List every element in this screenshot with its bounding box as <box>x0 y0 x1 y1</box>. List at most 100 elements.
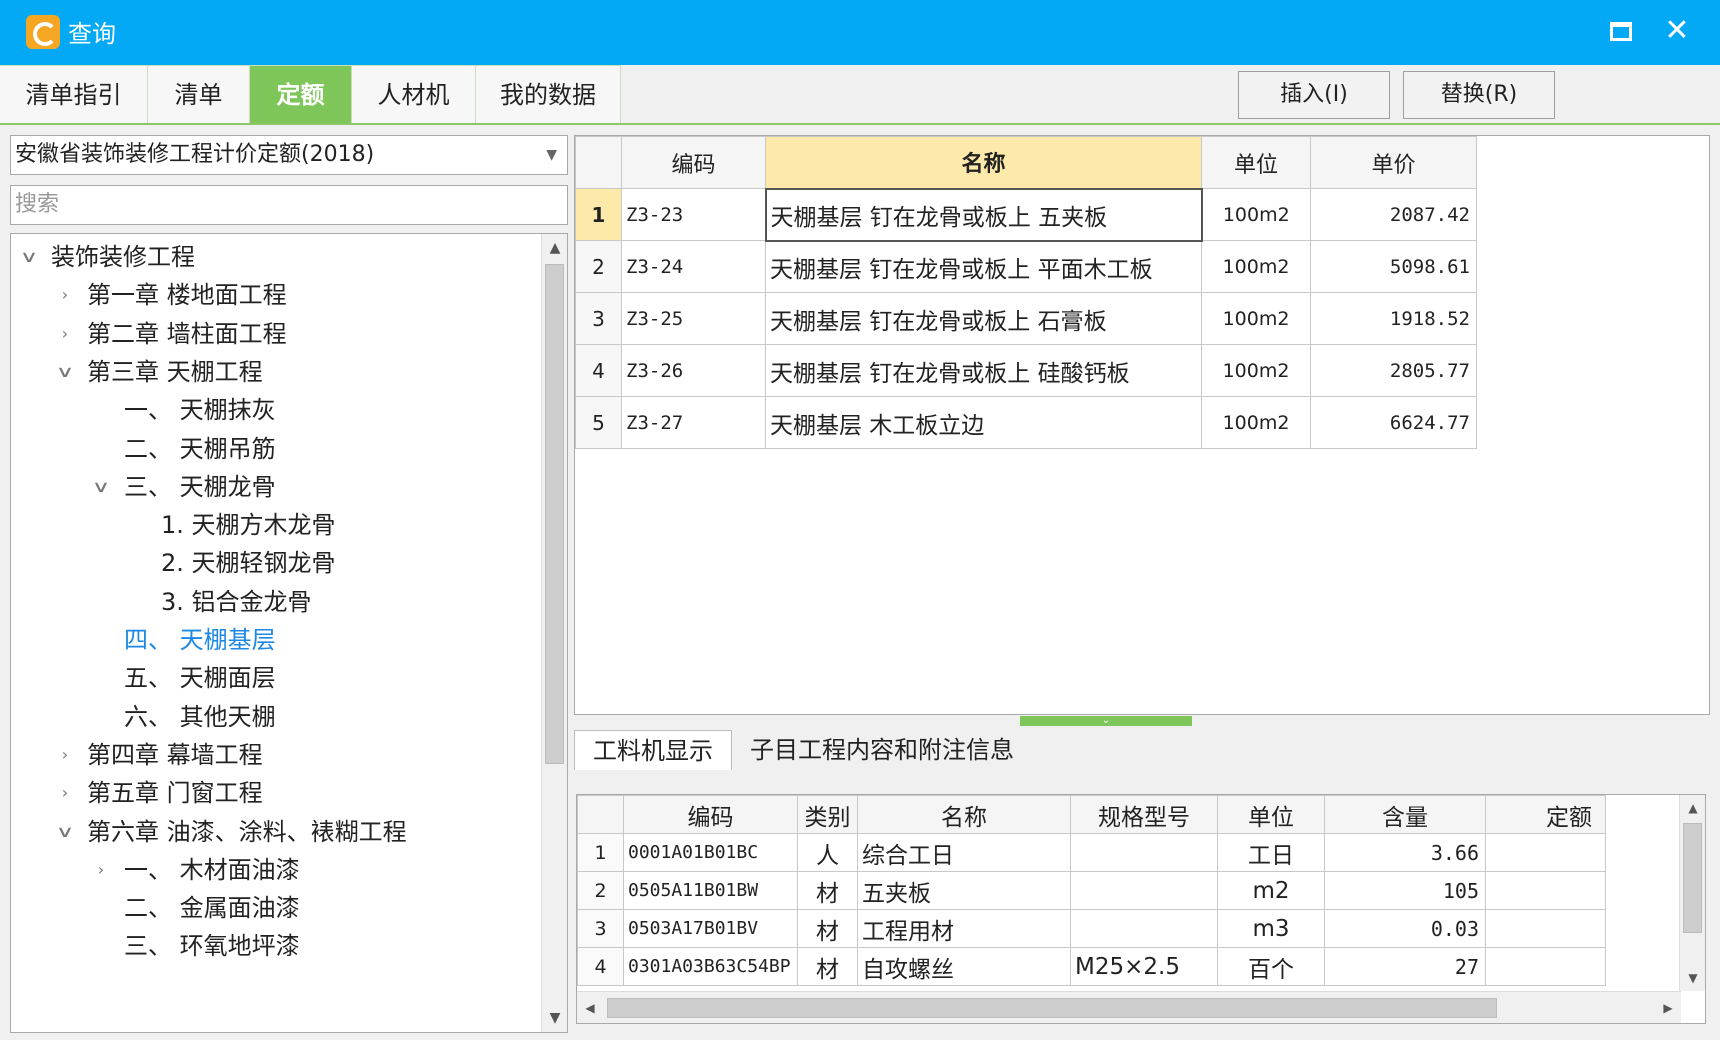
scroll-down-icon[interactable]: ▼ <box>542 1004 567 1032</box>
tree-item[interactable]: 二、 天棚吊筋 <box>11 430 541 468</box>
row-number[interactable]: 2 <box>577 871 624 910</box>
scroll-thumb[interactable] <box>1683 823 1702 933</box>
dropdown-arrow-icon[interactable]: ▼ <box>546 136 557 174</box>
table-row[interactable]: 5 Z3-27 天棚基层 木工板立边 100m2 6624.77 <box>575 396 1477 449</box>
cell-price[interactable]: 6624.77 <box>1310 396 1477 449</box>
cell-quota[interactable] <box>1485 833 1606 872</box>
col-header-type[interactable]: 类别 <box>797 795 858 834</box>
cell-unit[interactable]: 100m2 <box>1201 240 1311 293</box>
tree-item[interactable]: ∨ 第六章 油漆、涂料、裱糊工程 <box>11 813 541 851</box>
cell-code[interactable]: Z3-24 <box>621 240 766 293</box>
tab-labor-material-machine[interactable]: 人材机 <box>352 65 476 123</box>
cell-price[interactable]: 1918.52 <box>1310 292 1477 345</box>
tree-item[interactable]: ∨ 三、 天棚龙骨 <box>11 468 541 506</box>
table-row[interactable]: 4 0301A03B63C54BP 材自攻螺丝 M25×2.5 百个 27 <box>577 947 1606 986</box>
scroll-right-icon[interactable]: ▶ <box>1655 992 1681 1023</box>
close-icon[interactable]: ✕ <box>1660 12 1694 50</box>
cell-code[interactable]: Z3-25 <box>621 292 766 345</box>
table-row[interactable]: 3 Z3-25 天棚基层 钉在龙骨或板上 石膏板 100m2 1918.52 <box>575 292 1477 345</box>
material-vscrollbar[interactable]: ▲ ▼ <box>1679 795 1705 991</box>
table-row[interactable]: 1 Z3-23 天棚基层 钉在龙骨或板上 五夹板 100m2 2087.42 <box>575 187 1477 242</box>
cell-price[interactable]: 2805.77 <box>1310 344 1477 397</box>
cell-name[interactable]: 工程用材 <box>857 909 1071 948</box>
tree-scrollbar[interactable]: ▲ ▼ <box>541 234 567 1032</box>
cell-spec[interactable]: M25×2.5 <box>1070 947 1218 986</box>
chevron-right-icon[interactable]: › <box>55 276 75 314</box>
cell-unit[interactable]: 百个 <box>1217 947 1325 986</box>
col-header-code[interactable]: 编码 <box>621 136 766 189</box>
col-header-qty[interactable]: 含量 <box>1324 795 1486 834</box>
cell-code[interactable]: Z3-27 <box>621 396 766 449</box>
chevron-right-icon[interactable]: › <box>91 851 111 889</box>
row-number[interactable]: 1 <box>575 188 622 241</box>
tree-item[interactable]: 六、 其他天棚 <box>11 698 541 736</box>
cell-name[interactable]: 天棚基层 木工板立边 <box>765 396 1202 449</box>
tree-item[interactable]: ∨ 装饰装修工程 <box>11 238 541 276</box>
cell-quota[interactable] <box>1485 871 1606 910</box>
col-header-code[interactable]: 编码 <box>623 795 798 834</box>
col-header-price[interactable]: 单价 <box>1310 136 1477 189</box>
tree-item[interactable]: › 第五章 门窗工程 <box>11 774 541 812</box>
cell-quota[interactable] <box>1485 947 1606 986</box>
col-header-name[interactable]: 名称 <box>857 795 1071 834</box>
tab-quota[interactable]: 定额 <box>250 65 352 123</box>
tree-item[interactable]: 五、 天棚面层 <box>11 659 541 697</box>
tree-item[interactable]: 一、 天棚抹灰 <box>11 391 541 429</box>
tree-item[interactable]: 3. 铝合金龙骨 <box>11 583 541 621</box>
cell-name[interactable]: 天棚基层 钉在龙骨或板上 硅酸钙板 <box>765 344 1202 397</box>
cell-code[interactable]: 0505A11B01BW <box>623 871 798 910</box>
chevron-down-icon[interactable]: ∨ <box>13 238 45 276</box>
row-number[interactable]: 1 <box>577 833 624 872</box>
table-row[interactable]: 3 0503A17B01BV 材工程用材 m3 0.03 <box>577 909 1606 948</box>
tree-item[interactable]: 2. 天棚轻钢龙骨 <box>11 544 541 582</box>
col-header-quota[interactable]: 定额 <box>1485 795 1606 834</box>
tree-item[interactable]: 二、 金属面油漆 <box>11 889 541 927</box>
table-row[interactable]: 1 0001A01B01BC 人综合工日 工日 3.66 <box>577 833 1606 872</box>
cell-type[interactable]: 材 <box>797 947 858 986</box>
search-input[interactable]: 搜索 <box>10 185 568 225</box>
cell-unit[interactable]: m3 <box>1217 909 1325 948</box>
cell-name[interactable]: 天棚基层 钉在龙骨或板上 石膏板 <box>765 292 1202 345</box>
tree-item[interactable]: 1. 天棚方木龙骨 <box>11 506 541 544</box>
row-number[interactable]: 4 <box>575 344 622 397</box>
scroll-thumb[interactable] <box>545 264 564 764</box>
tree-item[interactable]: 四、 天棚基层 <box>11 621 541 659</box>
replace-button[interactable]: 替换(R) <box>1403 71 1555 119</box>
tree-item[interactable]: 三、 环氧地坪漆 <box>11 927 541 965</box>
material-hscrollbar[interactable]: ◀ ▶ <box>577 991 1681 1023</box>
row-number[interactable]: 3 <box>577 909 624 948</box>
tab-bill-guide[interactable]: 清单指引 <box>0 65 148 123</box>
tab-work-content-notes[interactable]: 子目工程内容和附注信息 <box>732 730 1032 770</box>
cell-code[interactable]: 0503A17B01BV <box>623 909 798 948</box>
cell-spec[interactable] <box>1070 833 1218 872</box>
tree-item[interactable]: › 第一章 楼地面工程 <box>11 276 541 314</box>
chevron-down-icon[interactable]: ∨ <box>49 353 81 391</box>
scroll-up-icon[interactable]: ▲ <box>542 234 567 262</box>
tree-item[interactable]: › 第二章 墙柱面工程 <box>11 315 541 353</box>
tree-item[interactable]: › 一、 木材面油漆 <box>11 851 541 889</box>
cell-code[interactable]: 0001A01B01BC <box>623 833 798 872</box>
scroll-up-icon[interactable]: ▲ <box>1680 795 1705 821</box>
cell-code[interactable]: Z3-26 <box>621 344 766 397</box>
cell-unit[interactable]: 工日 <box>1217 833 1325 872</box>
panel-splitter[interactable]: ⌄ <box>1020 716 1192 726</box>
tree-item[interactable]: ∨ 第三章 天棚工程 <box>11 353 541 391</box>
chevron-down-icon[interactable]: ∨ <box>49 813 81 851</box>
cell-type[interactable]: 材 <box>797 871 858 910</box>
cell-name[interactable]: 五夹板 <box>857 871 1071 910</box>
row-number[interactable]: 5 <box>575 396 622 449</box>
col-header-unit[interactable]: 单位 <box>1201 136 1311 189</box>
chevron-right-icon[interactable]: › <box>55 315 75 353</box>
insert-button[interactable]: 插入(I) <box>1238 71 1390 119</box>
cell-price[interactable]: 2087.42 <box>1310 188 1477 241</box>
library-select[interactable]: 安徽省装饰装修工程计价定额(2018) ▼ <box>10 135 568 175</box>
chevron-right-icon[interactable]: › <box>55 774 75 812</box>
cell-name[interactable]: 天棚基层 钉在龙骨或板上 五夹板 <box>764 187 1203 242</box>
col-header-name[interactable]: 名称 <box>765 136 1202 189</box>
tab-bill[interactable]: 清单 <box>148 65 250 123</box>
maximize-icon[interactable] <box>1610 22 1632 41</box>
cell-price[interactable]: 5098.61 <box>1310 240 1477 293</box>
cell-unit[interactable]: m2 <box>1217 871 1325 910</box>
row-number[interactable]: 2 <box>575 240 622 293</box>
cell-unit[interactable]: 100m2 <box>1201 292 1311 345</box>
